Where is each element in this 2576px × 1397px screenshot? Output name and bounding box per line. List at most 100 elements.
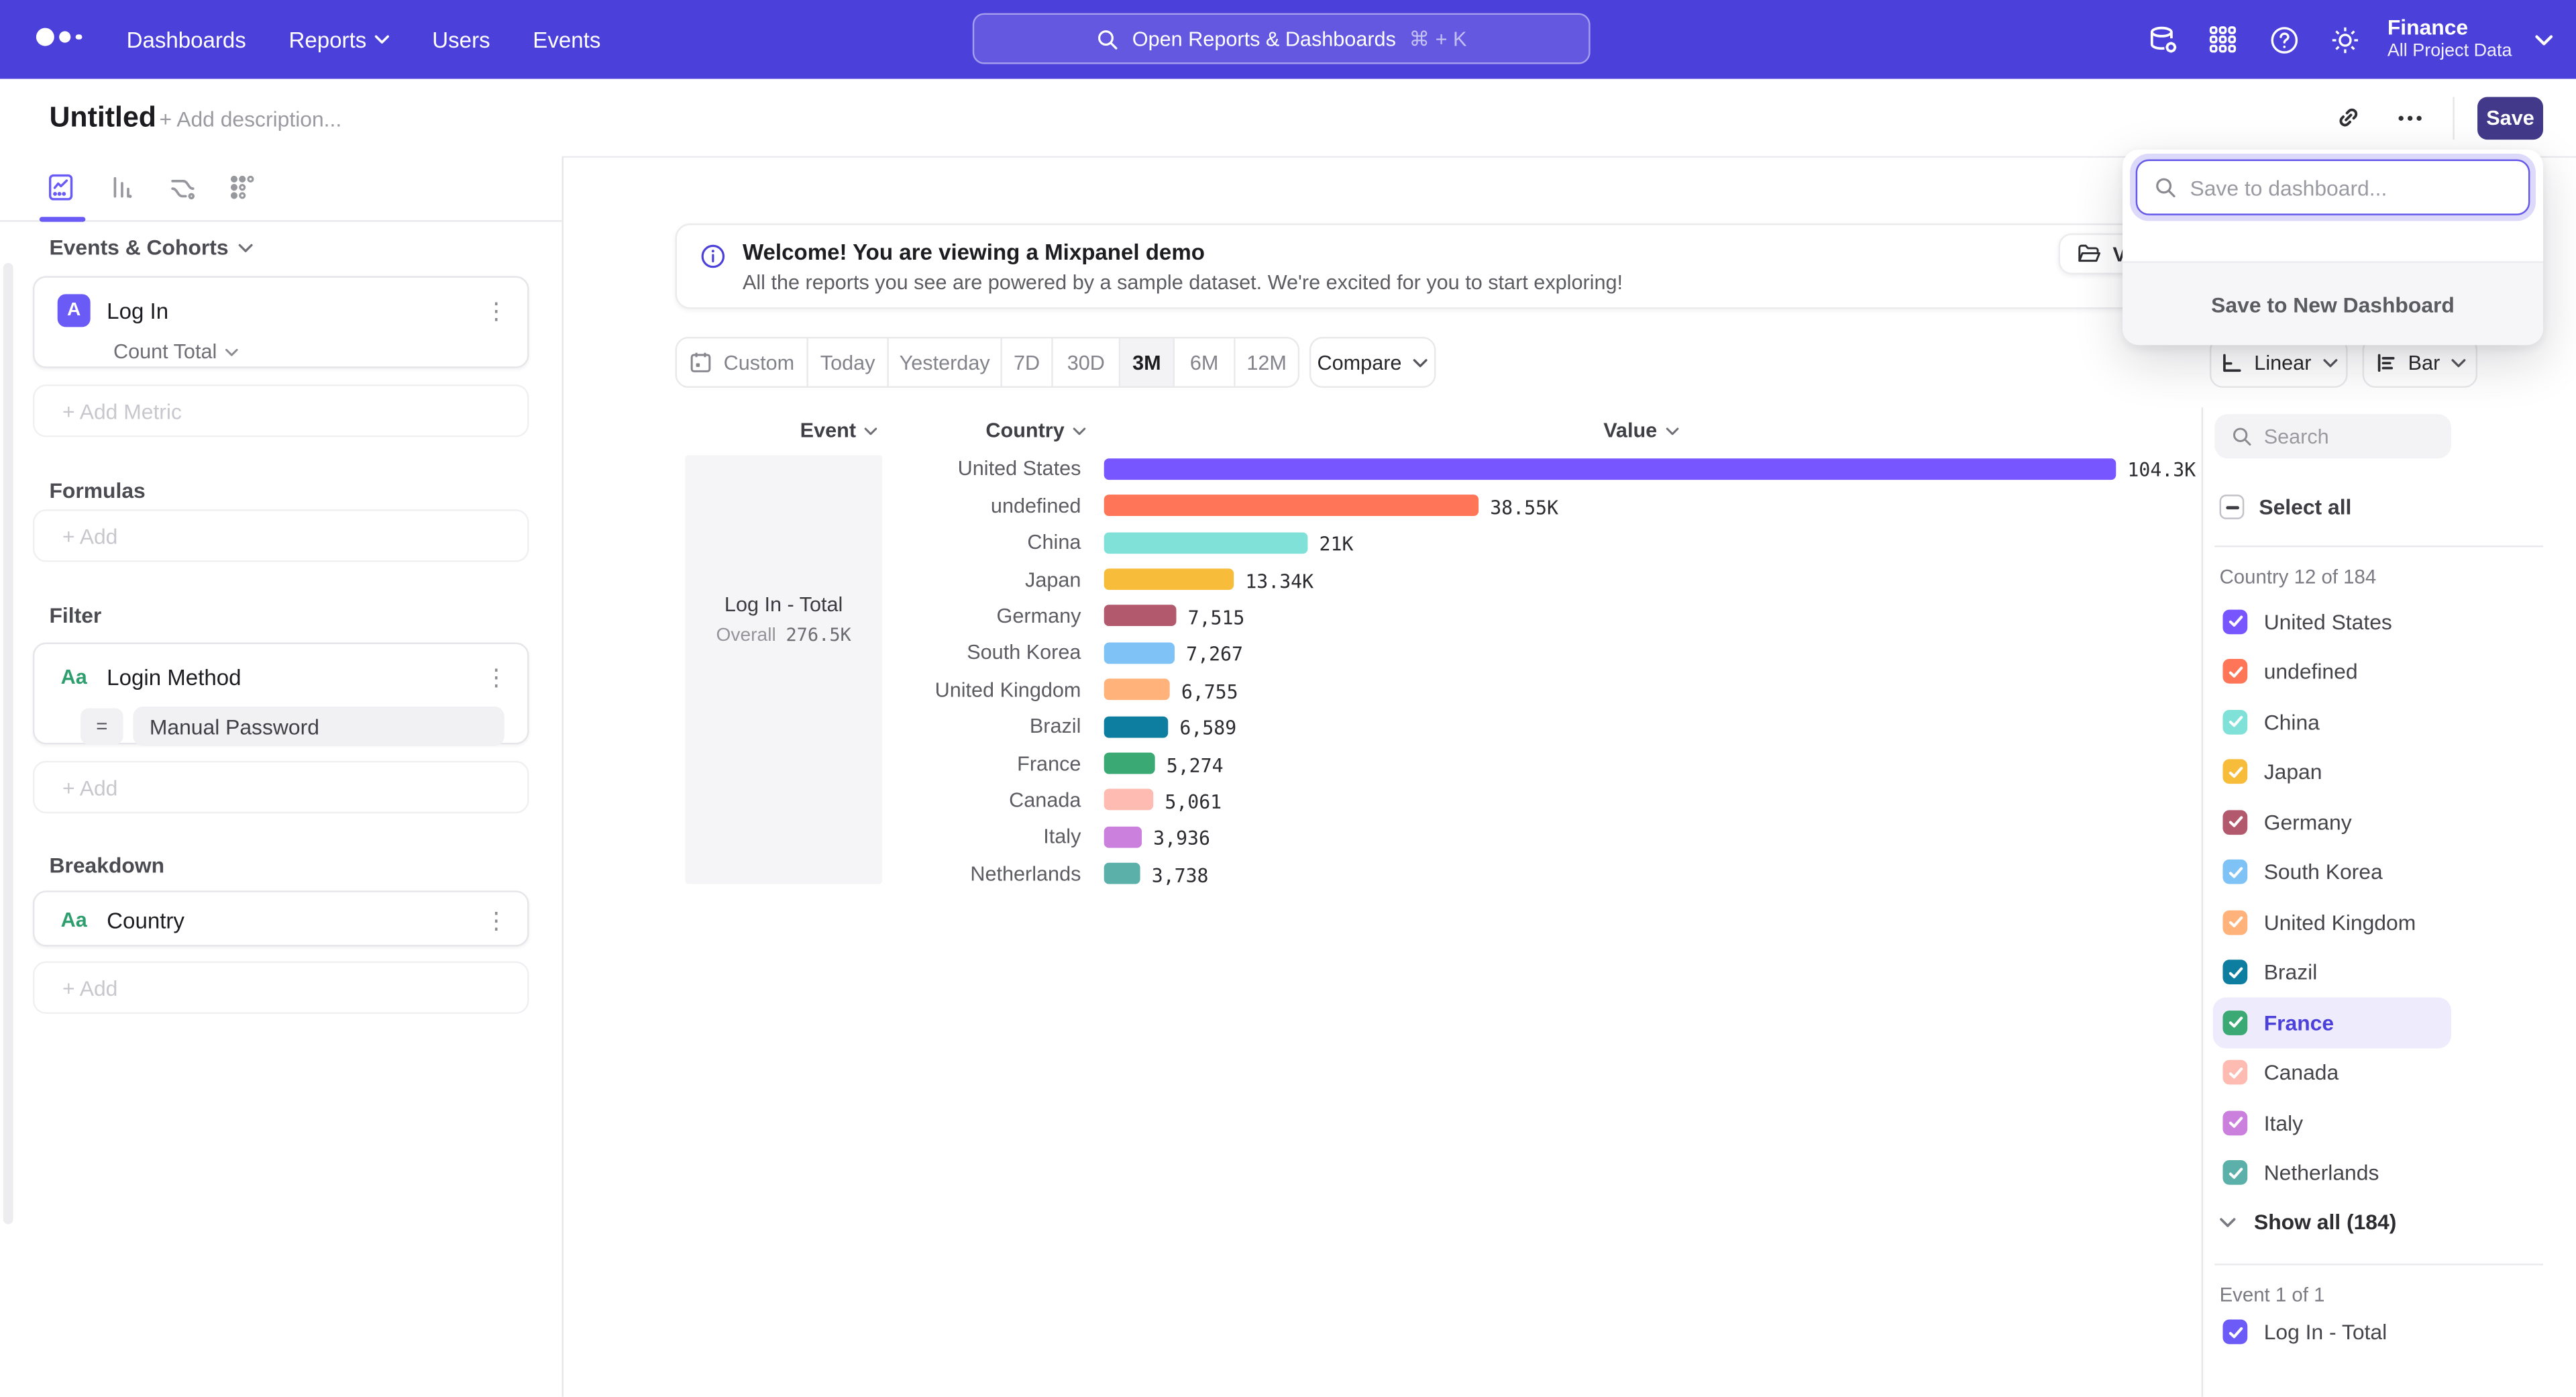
copy-link-icon[interactable] [2328,98,2367,138]
legend-item-italy[interactable]: Italy [2213,1098,2565,1148]
checkbox-undefined[interactable] [2222,660,2247,684]
global-search-button[interactable]: Open Reports & Dashboards ⌘ + K [973,13,1591,64]
bar-category-label: United Kingdom [851,678,1081,701]
add-breakdown-button[interactable]: + Add [33,962,529,1014]
project-selector[interactable]: Finance All Project Data [2387,15,2512,64]
column-header-value[interactable]: Value [1603,419,1678,442]
bar-united-kingdom[interactable] [1104,679,1170,701]
bar-united-states[interactable] [1104,458,2116,480]
legend-item-brazil[interactable]: Brazil [2213,947,2565,998]
nav-item-dashboards[interactable]: Dashboards [105,0,268,79]
bar-china[interactable] [1104,531,1308,553]
bar-germany[interactable] [1104,605,1177,627]
checkbox-united-kingdom[interactable] [2222,910,2247,935]
more-options-icon[interactable] [2390,98,2430,138]
project-chevron-down-icon[interactable] [2527,15,2560,64]
tab-flows[interactable] [160,166,206,209]
mixpanel-logo-icon[interactable] [36,28,81,46]
save-dashboard-input[interactable] [2190,175,2502,200]
legend-search-input[interactable] [2214,414,2451,458]
bar-italy[interactable] [1104,826,1142,847]
checkbox-brazil[interactable] [2222,960,2247,985]
folder-icon [2077,243,2102,264]
tab-insights[interactable] [38,166,84,209]
legend-item-japan[interactable]: Japan [2213,747,2565,797]
legend-item-united-states[interactable]: United States [2213,597,2565,647]
save-to-new-dashboard-button[interactable]: Save to New Dashboard [2123,261,2543,345]
breakdown-property-name[interactable]: Country [107,908,468,933]
add-metric-button[interactable]: + Add Metric [33,384,529,437]
legend-item-netherlands[interactable]: Netherlands [2213,1148,2565,1198]
legend-item-china[interactable]: China [2213,696,2565,747]
bar-france[interactable] [1104,753,1155,774]
nav-item-users[interactable]: Users [411,0,511,79]
checkbox-united-states[interactable] [2222,609,2247,634]
date-range-today[interactable]: Today [808,338,889,386]
checkbox-germany[interactable] [2222,810,2247,835]
info-icon [700,243,726,269]
country-legend-list: United StatesundefinedChinaJapanGermanyS… [2213,597,2565,1198]
breakdown-card-country[interactable]: Aa Country ⋮ [33,890,529,946]
settings-gear-icon[interactable] [2320,15,2369,64]
checkbox-log-in-total[interactable] [2222,1320,2247,1345]
column-header-event[interactable]: Event [800,419,877,442]
checkbox-italy[interactable] [2222,1110,2247,1135]
breakdown-kebab-icon[interactable]: ⋮ [484,912,507,928]
date-range-yesterday[interactable]: Yesterday [889,338,1002,386]
bar-row-italy: Italy3,936 [0,819,1643,856]
bar-undefined[interactable] [1104,495,1479,517]
events-cohorts-header[interactable]: Events & Cohorts [49,235,253,260]
date-range-custom[interactable]: Custom [677,338,808,386]
date-range-3m[interactable]: 3M [1120,338,1175,386]
compare-button[interactable]: Compare [1309,337,1436,388]
event-legend-item-log-in-total[interactable]: Log In - Total [2222,1320,2387,1345]
checkbox-netherlands[interactable] [2222,1161,2247,1186]
checkbox-south-korea[interactable] [2222,860,2247,884]
add-description-field[interactable]: + Add description... [160,107,342,132]
legend-item-undefined[interactable]: undefined [2213,647,2565,697]
checkbox-canada[interactable] [2222,1060,2247,1085]
metric-card-log-in[interactable]: A Log In ⋮ Count Total [33,276,529,368]
column-header-country[interactable]: Country [985,419,1085,442]
linear-axis-icon [2220,351,2243,374]
legend-search-field[interactable] [2264,425,2428,448]
show-all-toggle[interactable]: Show all (184) [2220,1209,2397,1234]
bar-canada[interactable] [1104,789,1153,811]
checkbox-france[interactable] [2222,1011,2247,1035]
metric-event-name[interactable]: Log In [107,298,468,323]
report-title[interactable]: Untitled [49,100,156,134]
bar-value-label: 5,061 [1165,790,1222,813]
bar-row-netherlands: Netherlands3,738 [0,856,1643,892]
tab-funnels[interactable] [99,166,145,209]
date-range-6m[interactable]: 6M [1175,338,1236,386]
bar-value-label: 7,515 [1188,606,1245,629]
legend-item-germany[interactable]: Germany [2213,797,2565,847]
save-dashboard-search[interactable] [2136,160,2530,215]
help-icon[interactable] [2259,15,2308,64]
date-range-7d[interactable]: 7D [1002,338,1053,386]
legend-item-united-kingdom[interactable]: United Kingdom [2213,897,2565,947]
search-shortcut: ⌘ + K [1409,26,1466,51]
apps-grid-icon[interactable] [2198,15,2247,64]
legend-item-south-korea[interactable]: South Korea [2213,847,2565,897]
legend-item-france[interactable]: France [2213,998,2451,1048]
checkbox-china[interactable] [2222,709,2247,734]
bar-japan[interactable] [1104,568,1234,590]
nav-item-events[interactable]: Events [511,0,622,79]
tab-retention[interactable] [219,166,265,209]
project-scope: All Project Data [2387,42,2512,64]
data-management-icon[interactable] [2138,15,2187,64]
nav-item-reports[interactable]: Reports [268,0,411,79]
checkbox-japan[interactable] [2222,760,2247,784]
legend-item-canada[interactable]: Canada [2213,1047,2565,1098]
bar-netherlands[interactable] [1104,863,1140,884]
bar-south-korea[interactable] [1104,642,1175,664]
date-range-12m[interactable]: 12M [1236,338,1298,386]
metric-aggregation[interactable]: Count Total [113,340,527,363]
select-all-checkbox[interactable] [2220,495,2245,519]
save-button[interactable]: Save [2477,96,2543,139]
metric-kebab-icon[interactable]: ⋮ [484,303,507,319]
bar-brazil[interactable] [1104,716,1169,737]
select-all-row[interactable]: Select all [2220,495,2352,519]
date-range-30d[interactable]: 30D [1053,338,1120,386]
